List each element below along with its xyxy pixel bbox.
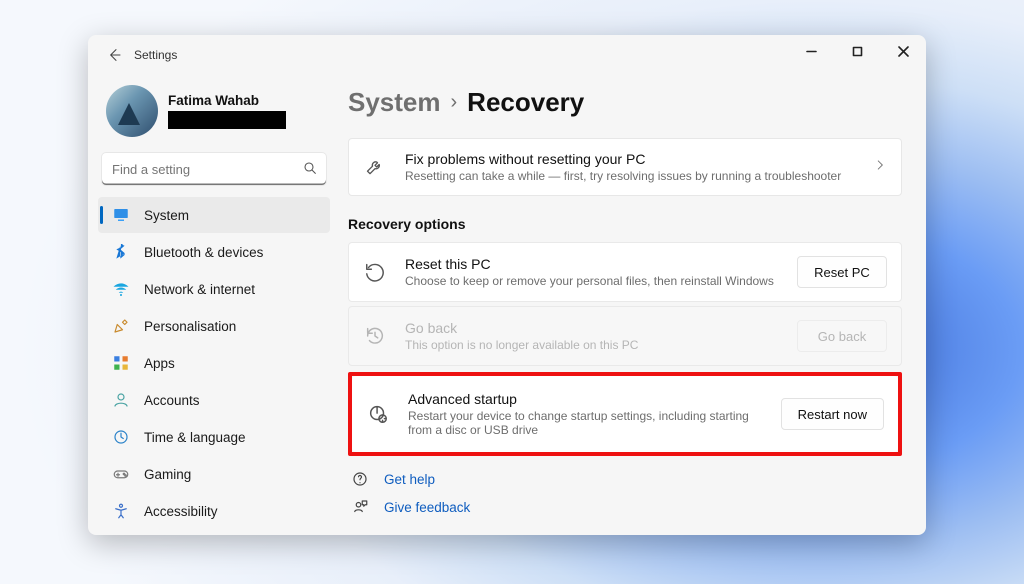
get-help-link[interactable]: Get help bbox=[350, 470, 902, 488]
fix-problems-desc: Resetting can take a while — first, try … bbox=[405, 169, 855, 183]
history-icon bbox=[363, 325, 387, 347]
highlight-annotation: Advanced startup Restart your device to … bbox=[348, 372, 902, 456]
window-body: Fatima Wahab System bbox=[88, 75, 926, 535]
wrench-icon bbox=[363, 157, 387, 177]
close-button[interactable] bbox=[880, 35, 926, 67]
nav-network[interactable]: Network & internet bbox=[98, 271, 330, 307]
nav-system[interactable]: System bbox=[98, 197, 330, 233]
profile-block[interactable]: Fatima Wahab bbox=[98, 75, 330, 149]
reset-pc-button[interactable]: Reset PC bbox=[797, 256, 887, 288]
maximize-button[interactable] bbox=[834, 35, 880, 67]
chevron-right-icon bbox=[873, 158, 887, 177]
bluetooth-icon bbox=[112, 243, 130, 261]
sidebar: Fatima Wahab System bbox=[88, 75, 340, 535]
reset-title: Reset this PC bbox=[405, 256, 779, 272]
breadcrumb-current: Recovery bbox=[467, 87, 584, 118]
feedback-icon bbox=[350, 498, 370, 516]
search-input[interactable] bbox=[102, 153, 326, 185]
fix-problems-title: Fix problems without resetting your PC bbox=[405, 151, 855, 167]
nav-accounts[interactable]: Accounts bbox=[98, 382, 330, 418]
advanced-desc: Restart your device to change startup se… bbox=[408, 409, 763, 437]
close-icon bbox=[898, 46, 909, 57]
fix-problems-card[interactable]: Fix problems without resetting your PC R… bbox=[348, 138, 902, 196]
nav-list: System Bluetooth & devices Network & int… bbox=[98, 197, 330, 535]
reset-pc-option: Reset this PC Choose to keep or remove y… bbox=[348, 242, 902, 302]
nav-apps[interactable]: Apps bbox=[98, 345, 330, 381]
nav-bluetooth[interactable]: Bluetooth & devices bbox=[98, 234, 330, 270]
go-back-option: Go back This option is no longer availab… bbox=[348, 306, 902, 366]
go-back-button: Go back bbox=[797, 320, 887, 352]
nav-label: Bluetooth & devices bbox=[144, 245, 263, 260]
nav-label: Accessibility bbox=[144, 504, 218, 519]
profile-text: Fatima Wahab bbox=[168, 93, 286, 129]
fix-problems-text: Fix problems without resetting your PC R… bbox=[405, 151, 855, 183]
maximize-icon bbox=[852, 46, 863, 57]
apps-icon bbox=[112, 354, 130, 372]
nav-label: Accounts bbox=[144, 393, 200, 408]
nav-label: Apps bbox=[144, 356, 175, 371]
nav-personalisation[interactable]: Personalisation bbox=[98, 308, 330, 344]
nav-time[interactable]: Time & language bbox=[98, 419, 330, 455]
advanced-title: Advanced startup bbox=[408, 391, 763, 407]
nav-privacy[interactable]: Privacy & security bbox=[98, 530, 330, 535]
titlebar: Settings bbox=[88, 35, 926, 75]
breadcrumb: System › Recovery bbox=[348, 87, 902, 118]
arrow-left-icon bbox=[106, 47, 122, 63]
go-back-desc: This option is no longer available on th… bbox=[405, 338, 779, 352]
system-icon bbox=[112, 206, 130, 224]
window-title: Settings bbox=[134, 48, 177, 62]
accessibility-icon bbox=[112, 502, 130, 520]
reset-icon bbox=[363, 261, 387, 283]
advanced-startup-option: Advanced startup Restart your device to … bbox=[352, 376, 898, 452]
give-feedback-link[interactable]: Give feedback bbox=[350, 498, 902, 516]
avatar bbox=[106, 85, 158, 137]
back-button[interactable] bbox=[100, 41, 128, 69]
nav-gaming[interactable]: Gaming bbox=[98, 456, 330, 492]
window-controls bbox=[788, 35, 926, 67]
nav-label: Network & internet bbox=[144, 282, 255, 297]
give-feedback-label: Give feedback bbox=[384, 500, 470, 515]
reset-desc: Choose to keep or remove your personal f… bbox=[405, 274, 779, 288]
help-links: Get help Give feedback bbox=[348, 470, 902, 516]
search-box bbox=[102, 153, 326, 185]
nav-label: System bbox=[144, 208, 189, 223]
accounts-icon bbox=[112, 391, 130, 409]
nav-label: Time & language bbox=[144, 430, 246, 445]
minimize-icon bbox=[806, 46, 817, 57]
main-content: System › Recovery Fix problems without r… bbox=[340, 75, 926, 535]
recovery-options-heading: Recovery options bbox=[348, 216, 902, 232]
nav-accessibility[interactable]: Accessibility bbox=[98, 493, 330, 529]
power-settings-icon bbox=[366, 403, 390, 425]
nav-label: Personalisation bbox=[144, 319, 236, 334]
minimize-button[interactable] bbox=[788, 35, 834, 67]
profile-email-redacted bbox=[168, 111, 286, 129]
breadcrumb-parent[interactable]: System bbox=[348, 87, 441, 118]
network-icon bbox=[112, 280, 130, 298]
search-icon bbox=[302, 160, 318, 181]
nav-label: Gaming bbox=[144, 467, 191, 482]
chevron-right-icon: › bbox=[451, 91, 458, 114]
settings-window: Settings Fatima Wahab bbox=[88, 35, 926, 535]
time-icon bbox=[112, 428, 130, 446]
go-back-title: Go back bbox=[405, 320, 779, 336]
get-help-label: Get help bbox=[384, 472, 435, 487]
gaming-icon bbox=[112, 465, 130, 483]
restart-now-button[interactable]: Restart now bbox=[781, 398, 884, 430]
profile-name: Fatima Wahab bbox=[168, 93, 286, 108]
help-icon bbox=[350, 470, 370, 488]
personalisation-icon bbox=[112, 317, 130, 335]
